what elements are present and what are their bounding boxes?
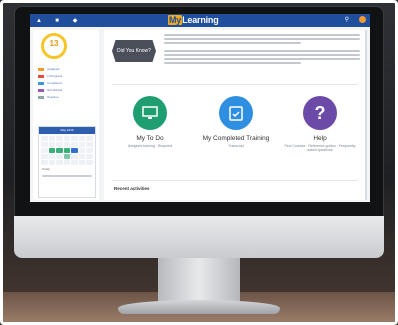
- calendar-day[interactable]: [86, 142, 93, 147]
- home-icon[interactable]: ▲: [30, 14, 48, 27]
- tile-subtitle: Assigned training · Required: [127, 144, 173, 148]
- calendar-day[interactable]: [56, 142, 63, 147]
- graduation-cap-icon[interactable]: ◆: [66, 14, 84, 27]
- calendar-day[interactable]: [71, 160, 78, 165]
- calendar-day[interactable]: [78, 160, 86, 165]
- calendar-day[interactable]: [56, 148, 63, 153]
- logo-prefix: My: [168, 15, 183, 25]
- progress-ring[interactable]: 13: [41, 33, 67, 59]
- legend-item[interactable]: Completed: [38, 80, 96, 86]
- legend-item[interactable]: Overdue: [38, 94, 96, 100]
- legend-label: Not Started: [47, 88, 63, 92]
- main-panel: Did You Know? My To Do Assigned training…: [104, 30, 366, 200]
- calendar-day[interactable]: [48, 160, 56, 165]
- monitor-stand: [158, 258, 240, 302]
- monitor-icon: [133, 96, 167, 130]
- calendar-day[interactable]: [56, 136, 63, 141]
- calendar-day[interactable]: [86, 136, 93, 141]
- search-icon[interactable]: ⚲: [345, 16, 349, 23]
- calendar-day[interactable]: [71, 142, 78, 147]
- tile-help[interactable]: ? Help Find Courses · Reference guides ·…: [280, 96, 360, 152]
- calendar-day[interactable]: [63, 160, 71, 165]
- calendar-day[interactable]: [71, 136, 78, 141]
- calendar-day[interactable]: [56, 160, 63, 165]
- calendar-day[interactable]: [78, 142, 86, 147]
- calendar-day[interactable]: [78, 154, 86, 159]
- recent-activities-heading: Recent activities: [114, 186, 150, 191]
- calendar-day[interactable]: [71, 154, 78, 159]
- app-logo[interactable]: MyLearning: [168, 15, 219, 25]
- calendar-day[interactable]: [78, 136, 86, 141]
- tile-my-completed-training[interactable]: My Completed Training Transcript: [196, 96, 276, 148]
- calendar-day[interactable]: [63, 142, 71, 147]
- bell-icon[interactable]: ■: [48, 14, 66, 27]
- legend-swatch: [38, 67, 44, 71]
- tile-title: My To Do: [136, 135, 164, 142]
- calendar-day[interactable]: [41, 154, 48, 159]
- calendar-month[interactable]: May 2019: [39, 127, 95, 134]
- calendar-day[interactable]: [63, 136, 71, 141]
- calendar-day[interactable]: [41, 148, 48, 153]
- section-divider: [112, 180, 358, 181]
- calendar-day[interactable]: [48, 148, 56, 153]
- calendar-day[interactable]: [63, 148, 71, 153]
- top-navigation-bar: ▲ ■ ◆ MyLearning ⚲: [30, 14, 370, 27]
- calendar-day[interactable]: [86, 154, 93, 159]
- calendar-day[interactable]: [71, 148, 78, 153]
- tile-subtitle: Find Courses · Reference guides · Freque…: [284, 144, 356, 152]
- did-you-know-banner: Did You Know?: [112, 40, 156, 62]
- legend-swatch: [38, 88, 44, 92]
- calendar-grid: [39, 134, 95, 167]
- ring-value: 13: [49, 39, 59, 48]
- clipboard-check-icon: [219, 96, 253, 130]
- calendar-day[interactable]: [56, 154, 63, 159]
- page-scrollbar[interactable]: [365, 30, 367, 200]
- calendar-widget: May 2019 Today: [38, 126, 96, 198]
- calendar-day[interactable]: [86, 160, 93, 165]
- calendar-day[interactable]: [41, 160, 48, 165]
- logo-suffix: Learning: [182, 15, 219, 25]
- calendar-day[interactable]: [78, 148, 86, 153]
- did-you-know-text: [164, 34, 360, 66]
- tile-my-to-do[interactable]: My To Do Assigned training · Required: [110, 96, 190, 148]
- user-avatar-icon[interactable]: [359, 16, 366, 23]
- calendar-footer[interactable]: Today: [39, 167, 95, 171]
- tile-title: My Completed Training: [202, 135, 270, 142]
- status-legend: Assigned In Progress Completed Not Started O…: [38, 66, 96, 101]
- tile-title: Help: [313, 135, 327, 142]
- calendar-day[interactable]: [41, 142, 48, 147]
- calendar-day[interactable]: [48, 136, 56, 141]
- legend-swatch: [38, 81, 44, 85]
- legend-label: Completed: [47, 81, 62, 85]
- divider: [112, 84, 358, 85]
- calendar-day[interactable]: [48, 142, 56, 147]
- legend-label: In Progress: [47, 74, 63, 78]
- legend-item[interactable]: Assigned: [38, 66, 96, 72]
- legend-swatch: [38, 74, 44, 78]
- legend-label: Assigned: [47, 67, 60, 71]
- legend-swatch: [38, 95, 44, 99]
- calendar-day[interactable]: [63, 154, 71, 159]
- monitor-chin: [14, 216, 384, 258]
- question-icon: ?: [303, 96, 337, 130]
- calendar-scrollbar[interactable]: [42, 175, 92, 177]
- tile-subtitle: Transcript: [228, 144, 244, 148]
- monitor-stand-base: [118, 300, 280, 314]
- left-sidebar: 13 Assigned In Progress Completed Not Start…: [33, 30, 99, 200]
- calendar-day[interactable]: [48, 154, 56, 159]
- legend-item[interactable]: In Progress: [38, 73, 96, 79]
- legend-item[interactable]: Not Started: [38, 87, 96, 93]
- calendar-day[interactable]: [41, 136, 48, 141]
- legend-label: Overdue: [47, 95, 59, 99]
- calendar-day[interactable]: [86, 148, 93, 153]
- app-screen: ▲ ■ ◆ MyLearning ⚲ 13 Assigned In Progres…: [30, 14, 370, 202]
